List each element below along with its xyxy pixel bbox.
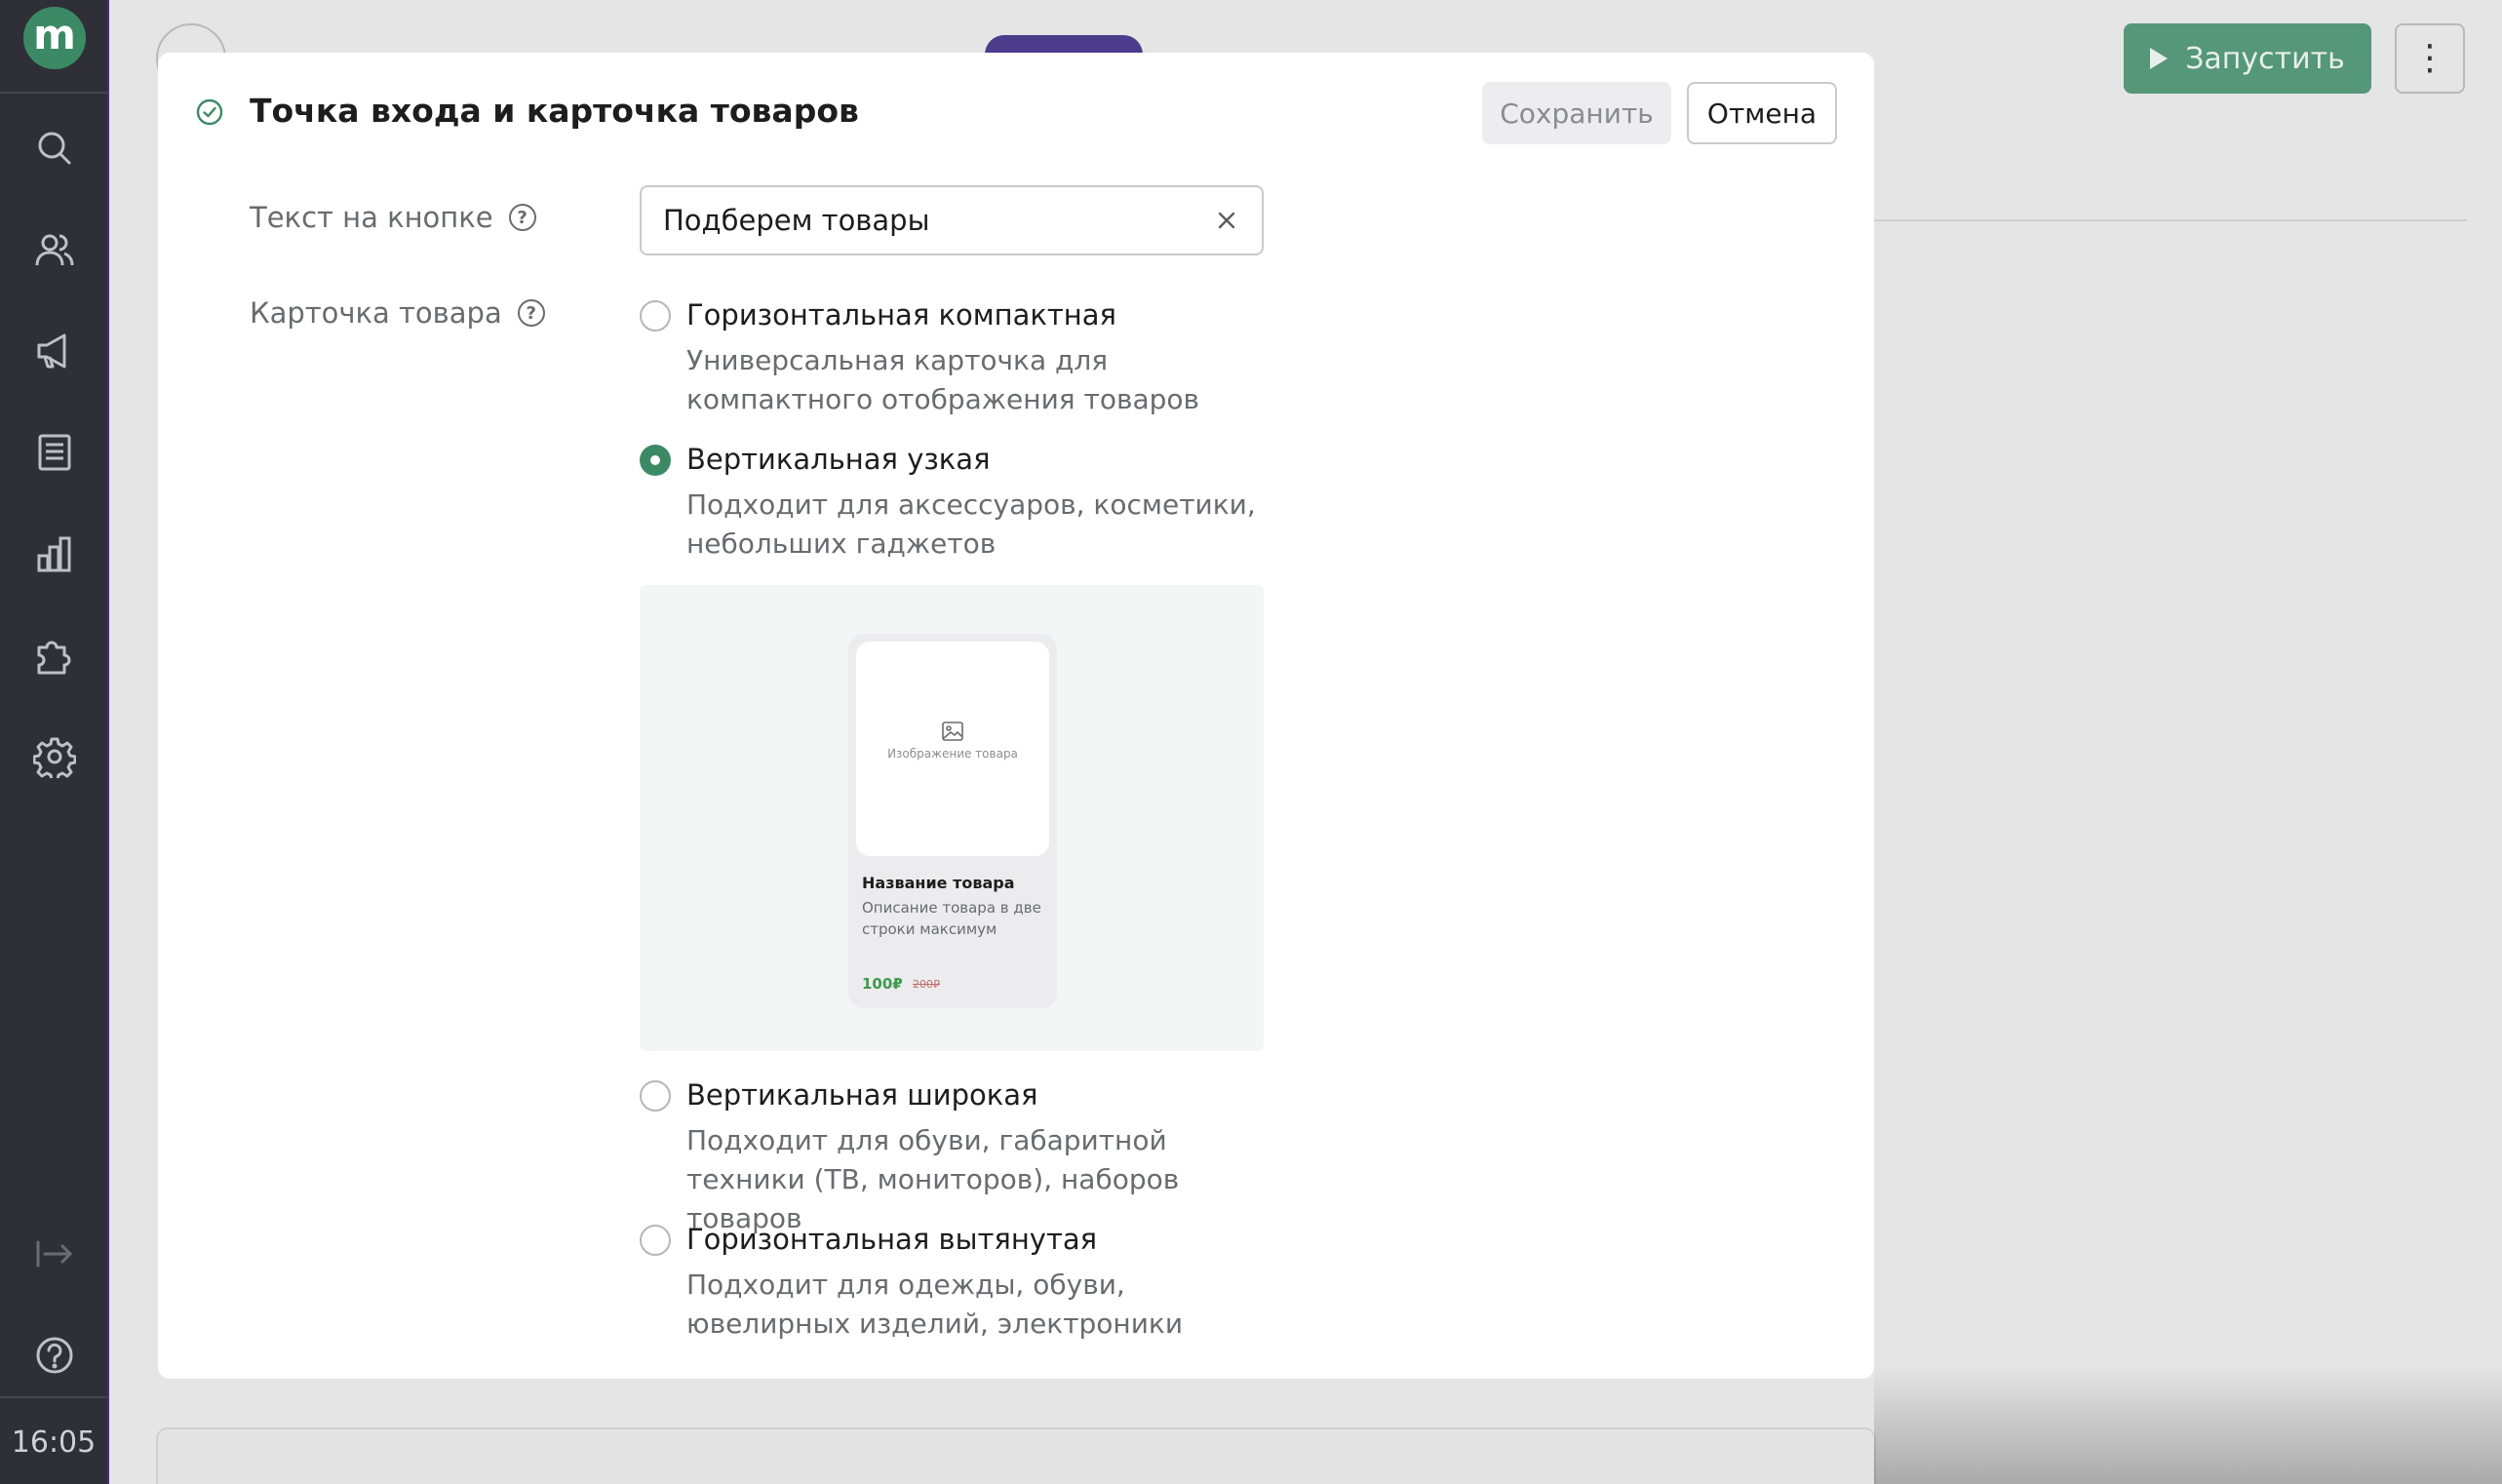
clock: 16:05: [11, 1425, 97, 1460]
bar-chart-icon: [37, 536, 71, 572]
option-title: Горизонтальная вытянутая: [686, 1223, 1098, 1256]
run-button[interactable]: Запустить: [2124, 23, 2371, 94]
preview-image-placeholder: Изображение товара: [856, 642, 1049, 856]
card-type-help-icon[interactable]: ?: [517, 299, 545, 327]
sidebar-divider-bottom: [0, 1396, 107, 1398]
option-description: Подходит для одежды, обуви, ювелирных из…: [686, 1269, 1184, 1340]
sidebar-item-search[interactable]: [25, 119, 84, 177]
save-button[interactable]: Сохранить: [1482, 82, 1671, 144]
sidebar-item-integrations[interactable]: [25, 626, 84, 684]
background-card: [156, 1427, 1876, 1484]
sidebar: m 16:05: [0, 0, 109, 1484]
radio-horizontal-compact[interactable]: [640, 300, 671, 332]
sidebar-item-settings[interactable]: [25, 727, 84, 786]
gear-icon: [33, 737, 76, 778]
button-text-help-icon[interactable]: ?: [508, 204, 536, 231]
more-options-button[interactable]: ⋮: [2395, 23, 2465, 94]
collapse-icon: [36, 1240, 73, 1268]
button-text-field: [640, 185, 1264, 255]
card-type-label-row: Карточка товара ?: [250, 296, 545, 330]
image-icon: [942, 722, 963, 741]
sidebar-item-analytics[interactable]: [25, 525, 84, 583]
radio-vertical-wide[interactable]: [640, 1080, 671, 1112]
play-icon: [2150, 48, 2169, 69]
run-button-label: Запустить: [2185, 41, 2345, 76]
option-title: Вертикальная узкая: [686, 443, 991, 476]
puzzle-icon: [37, 641, 71, 675]
sidebar-item-documents[interactable]: [25, 423, 84, 482]
megaphone-icon: [37, 333, 66, 369]
card-type-label: Карточка товара: [250, 296, 502, 330]
preview-product-name: Название товара: [862, 874, 1015, 892]
button-text-label-row: Текст на кнопке ?: [250, 201, 536, 234]
document-icon: [38, 434, 71, 471]
check-circle-icon: [196, 98, 223, 126]
preview-old-price: 200₽: [913, 978, 940, 991]
radio-horizontal-elongated[interactable]: [640, 1225, 671, 1256]
modal-title: Точка входа и карточка товаров: [250, 92, 859, 130]
option-description: Подходит для аксессуаров, косметики, неб…: [686, 488, 1256, 560]
help-icon: [36, 1337, 73, 1374]
button-text-input[interactable]: [663, 187, 1209, 254]
option-title: Вертикальная широкая: [686, 1078, 1038, 1112]
search-icon: [38, 132, 71, 165]
card-preview: Изображение товара Название товара Описа…: [640, 585, 1264, 1051]
app-logo[interactable]: m: [23, 7, 86, 69]
clear-icon[interactable]: [1213, 207, 1240, 234]
button-text-label: Текст на кнопке: [250, 201, 493, 234]
radio-vertical-narrow[interactable]: [640, 445, 671, 476]
sidebar-item-campaigns[interactable]: [25, 322, 84, 380]
preview-product-card: Изображение товара Название товара Описа…: [848, 634, 1057, 1008]
sidebar-collapse[interactable]: [25, 1225, 84, 1283]
preview-product-description: Описание товара в две строки максимум: [862, 899, 1041, 938]
preview-price: 100₽: [862, 975, 903, 993]
option-description: Универсальная карточка для компактного о…: [686, 344, 1200, 415]
kebab-menu-icon: ⋮: [2412, 38, 2447, 78]
preview-image-label: Изображение товара: [887, 747, 1018, 761]
users-icon: [35, 234, 74, 266]
option-title: Горизонтальная компактная: [686, 298, 1116, 332]
sidebar-help[interactable]: [25, 1326, 84, 1385]
modal-dialog: Точка входа и карточка товаров Сохранить…: [158, 53, 1874, 1379]
background-divider: [1874, 219, 2467, 221]
sidebar-item-users[interactable]: [25, 220, 84, 279]
logo-letter: m: [33, 10, 76, 59]
cancel-button[interactable]: Отмена: [1687, 82, 1837, 144]
sidebar-divider: [0, 92, 107, 94]
option-description: Подходит для обуви, габаритной техники (…: [686, 1124, 1180, 1234]
vignette: [1874, 1365, 2502, 1484]
